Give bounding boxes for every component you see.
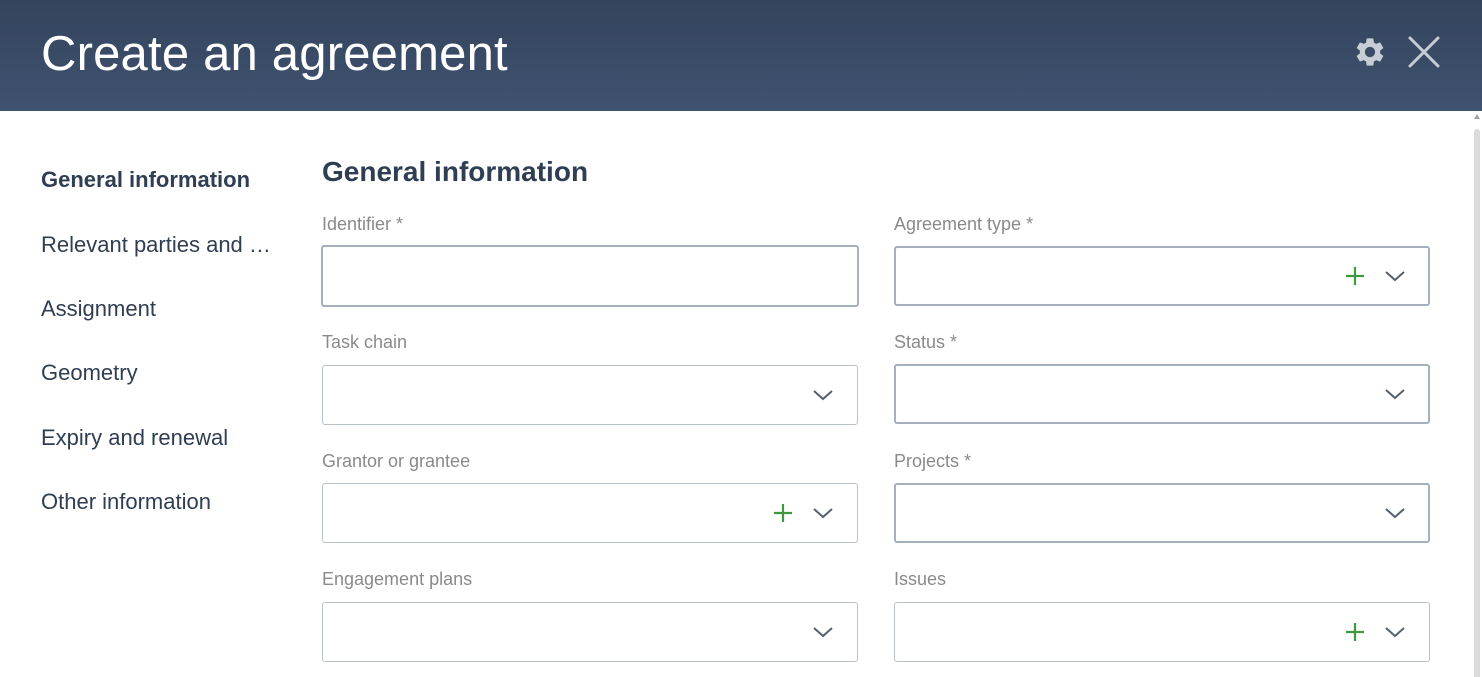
projects-label: Projects * xyxy=(894,451,972,471)
add-grantor-grantee-icon[interactable] xyxy=(772,502,794,524)
issues-select[interactable] xyxy=(894,602,1430,662)
vertical-scrollbar[interactable] xyxy=(1472,111,1482,677)
status-label: Status * xyxy=(894,332,958,352)
nav-item-expiry-and-renewal[interactable]: Expiry and renewal xyxy=(41,418,286,458)
issues-label: Issues xyxy=(894,569,947,589)
chevron-down-icon[interactable] xyxy=(1384,622,1406,642)
gear-icon xyxy=(1353,35,1387,74)
grantor-grantee-label: Grantor or grantee xyxy=(322,451,471,471)
status-select[interactable] xyxy=(894,364,1430,424)
engagement-plans-select[interactable] xyxy=(322,602,858,662)
nav-item-assignment[interactable]: Assignment xyxy=(41,289,286,329)
scrollbar-thumb[interactable] xyxy=(1474,129,1480,677)
identifier-label: Identifier * xyxy=(322,214,404,234)
nav-item-other-information[interactable]: Other information xyxy=(41,482,286,522)
identifier-input[interactable] xyxy=(323,247,857,305)
nav-item-general-information[interactable]: General information xyxy=(41,160,286,200)
close-button[interactable] xyxy=(1404,34,1444,74)
task-chain-select[interactable] xyxy=(322,365,858,425)
engagement-plans-label: Engagement plans xyxy=(322,569,473,589)
chevron-down-icon[interactable] xyxy=(812,503,834,523)
close-icon xyxy=(1407,35,1441,74)
section-title: General information xyxy=(322,156,589,187)
projects-select[interactable] xyxy=(894,483,1430,543)
add-agreement-type-icon[interactable] xyxy=(1344,265,1366,287)
grantor-grantee-select[interactable] xyxy=(322,483,858,543)
task-chain-label: Task chain xyxy=(322,332,408,352)
nav-item-geometry[interactable]: Geometry xyxy=(41,353,286,393)
chevron-down-icon[interactable] xyxy=(1384,503,1406,523)
add-issue-icon[interactable] xyxy=(1344,621,1366,643)
agreement-type-label: Agreement type * xyxy=(894,214,1034,234)
chevron-down-icon[interactable] xyxy=(1384,384,1406,404)
agreement-type-select[interactable] xyxy=(894,246,1430,306)
chevron-down-icon[interactable] xyxy=(812,622,834,642)
chevron-down-icon[interactable] xyxy=(1384,266,1406,286)
dialog-header: Create an agreement xyxy=(0,0,1482,111)
settings-button[interactable] xyxy=(1350,34,1390,74)
nav-item-relevant-parties[interactable]: Relevant parties and … xyxy=(41,225,286,265)
scroll-up-arrow[interactable] xyxy=(1474,114,1480,119)
dialog-title: Create an agreement xyxy=(41,27,508,81)
identifier-field[interactable] xyxy=(321,245,859,307)
chevron-down-icon[interactable] xyxy=(812,385,834,405)
